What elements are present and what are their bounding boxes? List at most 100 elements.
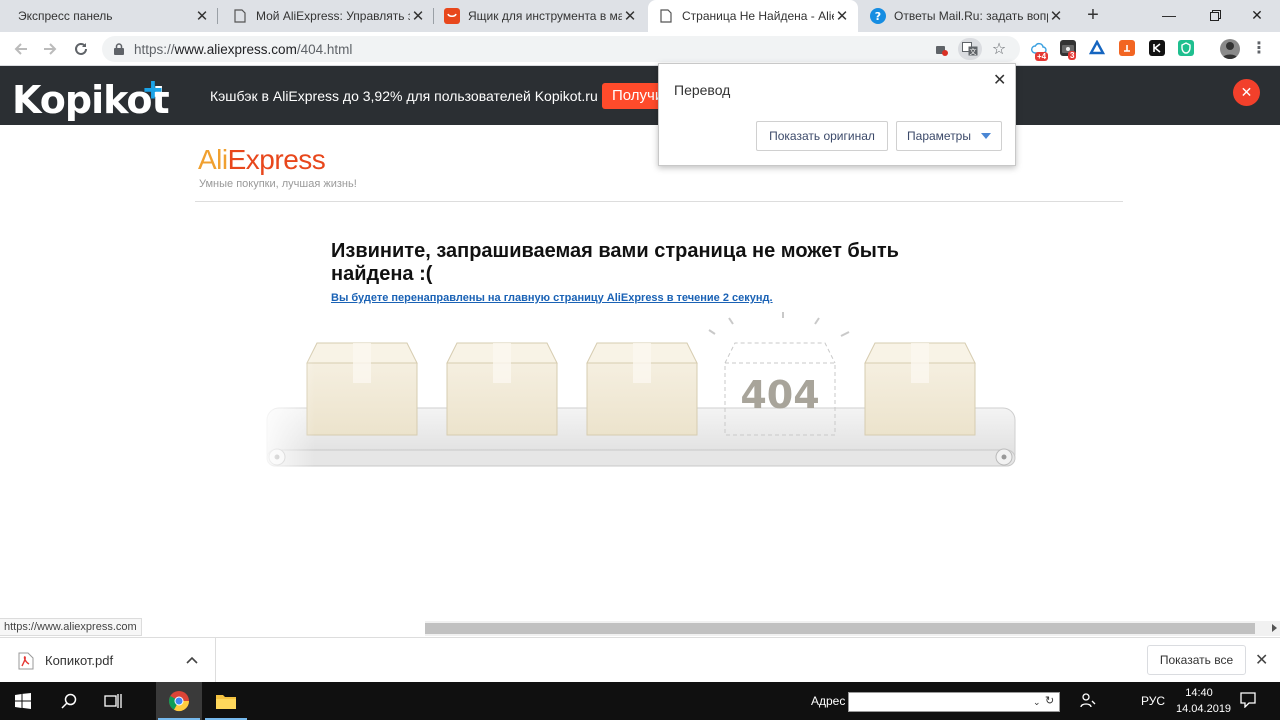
- pdf-file-icon: [18, 652, 34, 670]
- camera-extension-icon[interactable]: 3: [1060, 40, 1077, 60]
- page-icon: [232, 8, 248, 24]
- close-shelf-icon[interactable]: ✕: [1255, 650, 1268, 670]
- forward-icon[interactable]: [38, 37, 62, 61]
- extension-badge: +4: [1035, 52, 1049, 61]
- box: [306, 342, 418, 436]
- translate-icon[interactable]: 文: [958, 38, 982, 60]
- button-label: Параметры: [907, 129, 971, 143]
- tab-my-aliexpress[interactable]: Мой AliExpress: Управлять зак ✕: [222, 0, 434, 32]
- lock-icon[interactable]: [114, 43, 124, 55]
- blocked-content-icon[interactable]: [932, 40, 950, 58]
- download-file-name: Копикот.pdf: [45, 653, 114, 668]
- translate-popup: Перевод ✕ Показать оригинал Параметры: [658, 63, 1016, 166]
- bookmark-star-icon[interactable]: ☆: [990, 40, 1008, 58]
- tab-strip: Экспресс панель ✕ Мой AliExpress: Управл…: [0, 0, 1280, 32]
- horizontal-scrollbar[interactable]: [425, 621, 1280, 636]
- tab-title: Экспресс панель: [18, 9, 113, 23]
- tab-close-icon[interactable]: ✕: [622, 8, 638, 25]
- box: [586, 342, 698, 436]
- download-shelf: Копикот.pdf Показать все ✕: [0, 637, 1280, 683]
- people-icon[interactable]: [1080, 692, 1096, 711]
- notifications-icon[interactable]: [1240, 692, 1256, 709]
- slogan: Умные покупки, лучшая жизнь!: [199, 178, 357, 190]
- tab-title: Ящик для инструмента в маш: [468, 9, 622, 23]
- url-scheme: https://: [134, 41, 175, 57]
- new-tab-button[interactable]: +: [1082, 5, 1104, 27]
- url-path: /404.html: [296, 41, 353, 57]
- browser-toolbar: https://www.aliexpress.com/404.html 文 ☆ …: [0, 32, 1280, 66]
- url-host: www.aliexpress.com: [174, 41, 297, 57]
- cashback-text: Кэшбэк в AliExpress до 3,92% для пользов…: [210, 88, 598, 104]
- tab-toolbox[interactable]: Ящик для инструмента в маш ✕: [434, 0, 646, 32]
- maximize-icon[interactable]: [1192, 0, 1238, 30]
- shield-extension-icon[interactable]: [1178, 40, 1194, 56]
- tab-close-icon[interactable]: ✕: [410, 8, 426, 25]
- file-explorer-icon[interactable]: [203, 682, 249, 720]
- windows-start-icon[interactable]: [0, 682, 46, 720]
- tab-close-icon[interactable]: ✕: [1048, 8, 1064, 25]
- input-language-indicator[interactable]: РУС: [1141, 694, 1165, 708]
- logo-ali: Ali: [198, 144, 228, 175]
- address-toolbar-input[interactable]: ⌄ ↻: [848, 692, 1060, 712]
- redirect-link[interactable]: Вы будете перенаправлены на главную стра…: [331, 292, 773, 304]
- svg-text:?: ?: [875, 10, 881, 23]
- tab-close-icon[interactable]: ✕: [834, 8, 850, 25]
- clock[interactable]: 14:40 14.04.2019: [1176, 685, 1232, 717]
- tab-mailru-answers[interactable]: ? Ответы Mail.Ru: задать вопро ✕: [860, 0, 1072, 32]
- dropdown-caret-icon: [980, 133, 991, 139]
- divider: [195, 201, 1123, 202]
- svg-text:文: 文: [970, 47, 977, 56]
- error-code-text: 404: [740, 373, 819, 417]
- address-toolbar-label: Адрес: [811, 694, 846, 708]
- mailru-answers-icon: ?: [870, 8, 886, 24]
- aliexpress-icon: [444, 8, 460, 24]
- minimize-icon[interactable]: —: [1146, 0, 1192, 30]
- search-icon[interactable]: [46, 682, 92, 720]
- box: [446, 342, 558, 436]
- reload-icon[interactable]: [69, 37, 93, 61]
- show-all-downloads-button[interactable]: Показать все: [1147, 645, 1246, 675]
- chrome-taskbar-icon[interactable]: [156, 682, 202, 720]
- tab-title: Страница Не Найдена - Aliexp: [682, 9, 834, 23]
- tab-page-not-found[interactable]: Страница Не Найдена - Aliexp ✕: [648, 0, 858, 32]
- status-bar-url: https://www.aliexpress.com: [0, 618, 142, 636]
- kopikot-plus-icon: +: [143, 71, 163, 109]
- tab-title: Мой AliExpress: Управлять зак: [256, 9, 410, 23]
- menu-dots-icon[interactable]: ⋮: [1251, 40, 1267, 57]
- tab-close-icon[interactable]: ✕: [194, 8, 210, 25]
- download-item[interactable]: Копикот.pdf: [0, 638, 216, 683]
- tab-title: Ответы Mail.Ru: задать вопро: [894, 9, 1048, 23]
- scrollbar-thumb[interactable]: [425, 623, 1255, 634]
- orange-extension-icon[interactable]: [1119, 40, 1135, 56]
- logo-express: Express: [227, 144, 326, 175]
- refresh-icon[interactable]: ↻: [1045, 694, 1059, 710]
- chevron-down-icon[interactable]: ⌄: [1033, 697, 1041, 708]
- avatar[interactable]: [1220, 39, 1240, 59]
- options-dropdown[interactable]: Параметры: [896, 121, 1002, 151]
- k-extension-icon[interactable]: [1149, 40, 1165, 56]
- back-icon[interactable]: [9, 37, 33, 61]
- kopikot-banner: Kopikot + Кэшбэк в AliExpress до 3,92% д…: [0, 66, 1280, 125]
- clock-time: 14:40: [1185, 687, 1213, 699]
- chevron-up-icon[interactable]: [186, 653, 198, 667]
- banner-close-icon[interactable]: ✕: [1233, 79, 1260, 106]
- delta-extension-icon[interactable]: [1089, 40, 1105, 56]
- popup-title: Перевод: [674, 82, 731, 98]
- show-original-button[interactable]: Показать оригинал: [756, 121, 888, 151]
- clock-date: 14.04.2019: [1176, 703, 1232, 715]
- task-view-icon[interactable]: [90, 682, 136, 720]
- popup-close-icon[interactable]: ✕: [993, 70, 1006, 90]
- box: [864, 342, 976, 436]
- button-label: Показать оригинал: [769, 129, 875, 143]
- url-text[interactable]: https://www.aliexpress.com/404.html: [134, 42, 352, 57]
- tab-express-panel[interactable]: Экспресс панель ✕: [0, 0, 218, 32]
- aliexpress-logo[interactable]: AliExpress: [198, 144, 326, 176]
- scroll-right-icon[interactable]: [1272, 624, 1277, 632]
- address-bar[interactable]: https://www.aliexpress.com/404.html 文 ☆: [102, 36, 1020, 62]
- extension-badge: 3: [1068, 51, 1077, 60]
- windows-taskbar: Адрес ⌄ ↻ РУС 14:40 14.04.2019: [0, 682, 1280, 720]
- window-close-icon[interactable]: ✕: [1234, 0, 1280, 30]
- conveyor-404-illustration: 404: [255, 312, 1016, 482]
- cloud-extension-icon[interactable]: +4: [1031, 40, 1049, 61]
- error-heading: Извините, запрашиваемая вами страница не…: [331, 240, 899, 285]
